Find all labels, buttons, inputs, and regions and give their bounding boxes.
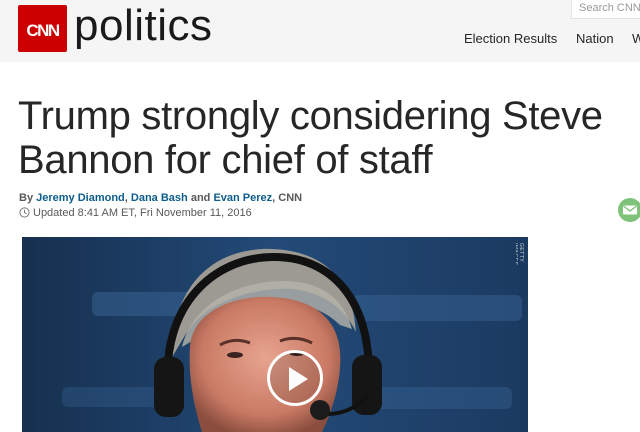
play-icon <box>289 367 308 391</box>
byline-comma: , <box>124 192 128 204</box>
nav-item-world[interactable]: W <box>632 31 640 46</box>
author-link-dana-bash[interactable]: Dana Bash <box>131 192 188 204</box>
author-link-jeremy-diamond[interactable]: Jeremy Diamond <box>36 192 125 204</box>
byline-and: and <box>190 192 211 204</box>
page-title: Trump strongly considering Steve Bannon … <box>18 94 640 182</box>
byline-prefix: By <box>19 192 34 204</box>
photo-credit: GETTY IMAGES <box>516 243 524 266</box>
author-link-evan-perez[interactable]: Evan Perez <box>213 192 272 204</box>
headline-line-2: Bannon for chief of staff <box>18 138 433 182</box>
email-icon <box>623 205 637 215</box>
email-share-button[interactable] <box>618 198 640 222</box>
nav-item-nation[interactable]: Nation <box>576 31 614 46</box>
updated-text: Updated 8:41 AM ET, Fri November 11, 201… <box>33 207 252 219</box>
video-thumbnail <box>22 237 528 432</box>
page: CNN politics Search CNN... Election Resu… <box>0 0 640 432</box>
headline-line-1: Trump strongly considering Steve <box>18 94 603 138</box>
play-button[interactable] <box>267 350 323 406</box>
svg-text:CNN: CNN <box>26 21 60 40</box>
updated-timestamp: Updated 8:41 AM ET, Fri November 11, 201… <box>19 207 252 221</box>
byline: By Jeremy Diamond, Dana Bash and Evan Pe… <box>19 192 302 204</box>
nav-item-election-results[interactable]: Election Results <box>464 31 557 46</box>
section-name-text: politics <box>74 1 213 50</box>
clock-icon <box>19 207 30 221</box>
site-header: CNN politics Search CNN... Election Resu… <box>0 0 640 62</box>
search-input[interactable]: Search CNN... <box>571 0 640 19</box>
byline-suffix: , CNN <box>272 192 303 204</box>
cnn-logo[interactable]: CNN <box>18 5 67 52</box>
section-name-politics[interactable]: politics <box>74 2 213 50</box>
video-player[interactable]: GETTY IMAGES <box>22 237 528 432</box>
